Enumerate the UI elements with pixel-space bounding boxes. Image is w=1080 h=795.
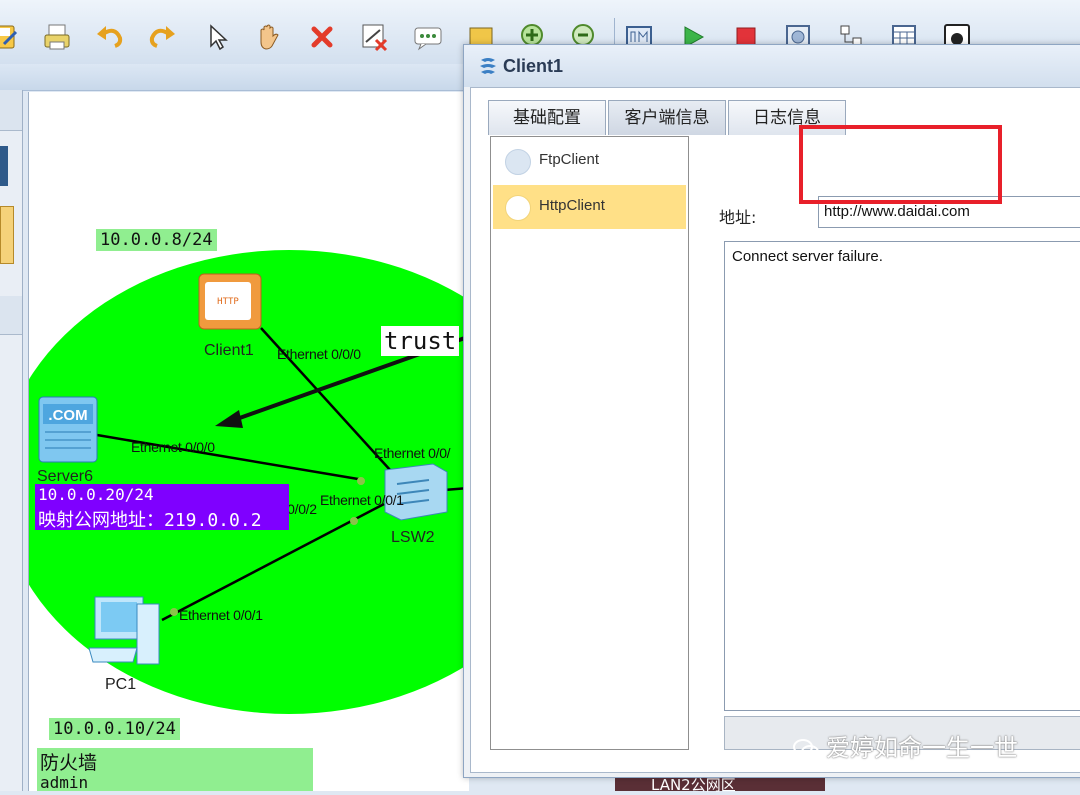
delete-icon[interactable] bbox=[305, 20, 339, 54]
port-label-switch-top: Ethernet 0/0/ bbox=[374, 445, 451, 461]
background-fragment: LAN2公网区 bbox=[615, 776, 825, 794]
watermark-text: 爱婷如命一生一世 bbox=[826, 734, 1018, 762]
delete-link-icon[interactable] bbox=[358, 20, 392, 54]
port-label-client: Ethernet 0/0/0 bbox=[277, 346, 361, 362]
panel-header bbox=[0, 90, 22, 131]
list-item-httpclient[interactable]: HttpClient bbox=[493, 185, 686, 229]
client1-device-icon: HTTP bbox=[198, 273, 262, 330]
firewall-user: admin bbox=[40, 773, 89, 791]
server-mapped-text: 映射公网地址：219.0.0.2 bbox=[38, 510, 262, 531]
wechat-icon bbox=[793, 739, 819, 759]
save-as-icon[interactable] bbox=[0, 20, 20, 54]
httpclient-label: HttpClient bbox=[539, 197, 605, 214]
server-ip-text: 10.0.0.20/24 bbox=[38, 485, 154, 504]
undo-icon[interactable] bbox=[93, 20, 127, 54]
port-dot bbox=[357, 477, 365, 485]
response-output[interactable]: Connect server failure. bbox=[724, 241, 1080, 711]
port-label-switch-mid: Ethernet 0/0/1 bbox=[320, 492, 404, 508]
port-dot bbox=[350, 517, 358, 525]
app-logo-icon bbox=[480, 58, 496, 74]
selected-device-category[interactable] bbox=[0, 206, 14, 264]
router-device-icon[interactable] bbox=[0, 146, 8, 186]
list-item-ftpclient[interactable]: FtpClient bbox=[493, 139, 686, 183]
pc1-device-icon bbox=[88, 596, 160, 665]
text-note-icon[interactable] bbox=[411, 20, 445, 54]
print-icon[interactable] bbox=[40, 20, 74, 54]
ftp-status-icon bbox=[505, 149, 531, 175]
client-icon-text: HTTP bbox=[217, 297, 239, 307]
client1-label: Client1 bbox=[204, 342, 254, 359]
ftpclient-label: FtpClient bbox=[539, 151, 600, 168]
port-label-server: Ethernet 0/0/0 bbox=[131, 439, 215, 455]
tab-client-info[interactable]: 客户端信息 bbox=[608, 100, 726, 135]
select-pointer-icon[interactable] bbox=[200, 20, 234, 54]
port-dot bbox=[170, 608, 178, 616]
address-label: 地址: bbox=[719, 208, 757, 227]
panel-section bbox=[0, 296, 22, 335]
dialog-titlebar[interactable]: Client1 bbox=[464, 45, 1080, 87]
dialog-title: Client1 bbox=[503, 56, 564, 76]
ip-label-top: 10.0.0.8/24 bbox=[96, 229, 217, 251]
server-icon-text: .COM bbox=[48, 407, 87, 424]
topology-drawing: HTTP .COM bbox=[29, 250, 469, 714]
port-label-pc: Ethernet 0/0/1 bbox=[179, 607, 263, 623]
client-type-list: FtpClient HttpClient bbox=[490, 136, 689, 750]
topology-canvas[interactable]: HTTP .COM 10.0.0.8/24 trust Client1 Serv… bbox=[28, 92, 469, 791]
firewall-info-box: 防火墙 admin bbox=[37, 748, 313, 791]
response-text: Connect server failure. bbox=[732, 248, 883, 265]
server-info-box: 10.0.0.20/24 映射公网地址：219.0.0.2 bbox=[35, 484, 289, 531]
lsw2-label: LSW2 bbox=[391, 529, 435, 546]
server6-device-icon: .COM bbox=[38, 396, 98, 463]
tab-basic-config[interactable]: 基础配置 bbox=[488, 100, 606, 135]
pan-hand-icon[interactable] bbox=[252, 20, 286, 54]
http-status-icon bbox=[505, 195, 531, 221]
ip-label-bottom: 10.0.0.10/24 bbox=[49, 718, 180, 740]
redo-icon[interactable] bbox=[145, 20, 179, 54]
zone-label-trust: trust bbox=[381, 326, 460, 356]
watermark: 爱婷如命一生一世 bbox=[792, 728, 1018, 763]
firewall-name: 防火墙 bbox=[40, 752, 98, 774]
pc1-label: PC1 bbox=[105, 676, 137, 693]
url-highlight-box bbox=[799, 125, 1002, 204]
device-panel bbox=[0, 90, 23, 791]
